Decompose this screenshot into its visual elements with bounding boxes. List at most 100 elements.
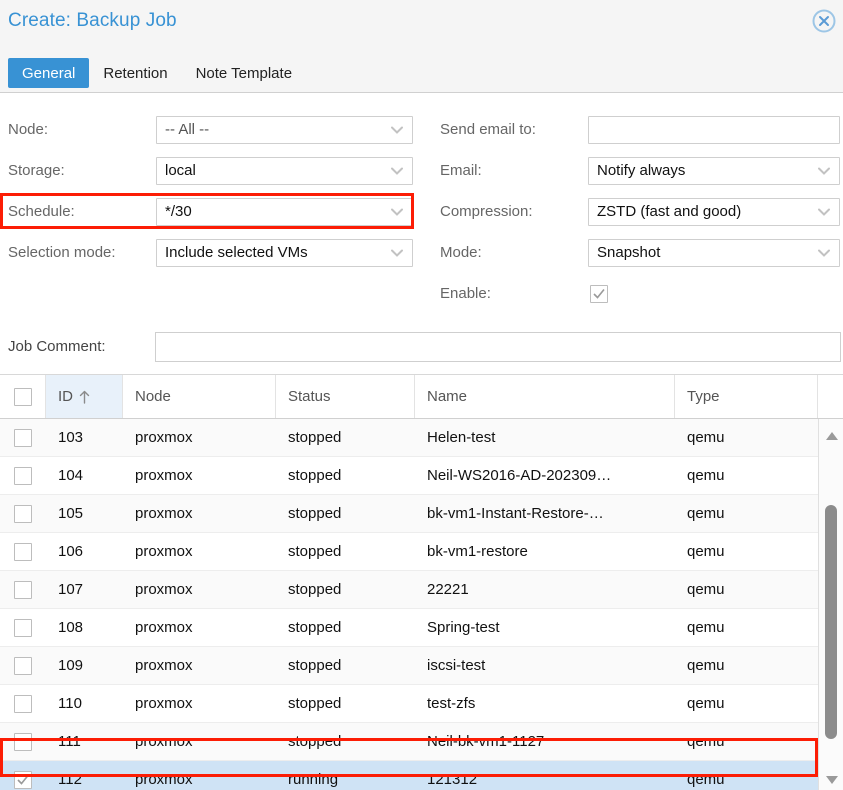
tab-retention-label: Retention [103,64,168,82]
column-header-status[interactable]: Status [276,375,415,418]
table-row[interactable]: 104 proxmox stopped Neil-WS2016-AD-202309… q… [0,457,818,495]
cell-id: 108 [58,619,84,636]
cell-type: qemu [687,467,725,484]
cell-node: proxmox [135,505,193,522]
row-checkbox[interactable] [14,618,32,637]
general-form: Node: -- All -- Storage: local Schedule:… [0,93,843,368]
cell-type: qemu [687,619,725,636]
selection-mode-select-value: Include selected VMs [165,244,308,261]
cell-node: proxmox [135,429,193,446]
table-row[interactable]: 108 proxmox stopped Spring-test qemu [0,609,818,647]
table-row[interactable]: 106 proxmox stopped bk-vm1-restore qemu [0,533,818,571]
table-row[interactable]: 109 proxmox stopped iscsi-test qemu [0,647,818,685]
selection-mode-select[interactable]: Include selected VMs [156,239,413,267]
column-header-type[interactable]: Type [675,375,818,418]
scrollbar-thumb[interactable] [825,505,837,739]
row-checkbox-cell[interactable] [0,647,46,684]
field-compression-label: Compression: [440,203,533,220]
tab-note-template[interactable]: Note Template [182,58,306,88]
table-row[interactable]: 110 proxmox stopped test-zfs qemu [0,685,818,723]
storage-select[interactable]: local [156,157,413,185]
row-checkbox[interactable] [14,694,32,713]
chevron-down-icon [388,117,406,143]
storage-select-value: local [165,162,196,179]
column-header-select-all[interactable] [0,375,46,418]
field-enable: Enable: [440,280,840,308]
cell-name: Neil-bk-vm1-1127 [427,733,545,750]
row-checkbox[interactable] [14,504,32,523]
node-select[interactable]: -- All -- [156,116,413,144]
cell-name: iscsi-test [427,657,486,674]
row-checkbox-cell[interactable] [0,723,46,760]
triangle-up-icon[interactable] [819,427,843,445]
field-storage: Storage: local [8,157,413,185]
field-schedule-label: Schedule: [8,203,75,220]
row-checkbox-cell[interactable] [0,609,46,646]
chevron-down-icon [815,158,833,184]
column-header-name[interactable]: Name [415,375,675,418]
close-icon[interactable] [811,8,837,34]
cell-status: stopped [288,695,342,712]
page-title: Create: Backup Job [8,10,177,31]
row-checkbox[interactable] [14,732,32,751]
field-email: Email: Notify always [440,157,840,185]
cell-name: Neil-WS2016-AD-202309… [427,467,612,484]
column-header-node[interactable]: Node [123,375,276,418]
field-compression: Compression: ZSTD (fast and good) [440,198,840,226]
vm-selection-grid: ID Node Status Name Type 103 proxmox stopp… [0,374,843,790]
chevron-down-icon [388,199,406,225]
cell-id: 112 [58,771,82,788]
cell-id: 106 [58,543,84,560]
enable-checkbox[interactable] [590,285,608,303]
cell-node: proxmox [135,467,193,484]
row-checkbox-cell[interactable] [0,419,46,456]
table-row[interactable]: 112 proxmox running 121312 qemu [0,761,818,790]
cell-status: stopped [288,619,342,636]
send-email-to-input[interactable] [588,116,840,144]
row-checkbox[interactable] [14,656,32,675]
tab-general[interactable]: General [8,58,90,88]
cell-name: bk-vm1-restore [427,543,528,560]
cell-node: proxmox [135,543,193,560]
table-row[interactable]: 103 proxmox stopped Helen-test qemu [0,419,818,457]
cell-type: qemu [687,581,725,598]
compression-select[interactable]: ZSTD (fast and good) [588,198,840,226]
cell-node: proxmox [135,657,193,674]
table-row[interactable]: 105 proxmox stopped bk-vm1-Instant-Restore-… [0,495,818,533]
table-row[interactable]: 107 proxmox stopped 22221 qemu [0,571,818,609]
grid-vertical-scrollbar[interactable] [818,419,843,790]
row-checkbox-cell[interactable] [0,571,46,608]
row-checkbox-cell[interactable] [0,761,46,790]
cell-status: stopped [288,657,342,674]
table-row[interactable]: 111 proxmox stopped Neil-bk-vm1-1127 qemu [0,723,818,761]
field-send-email-to-label: Send email to: [440,121,536,138]
email-select[interactable]: Notify always [588,157,840,185]
row-checkbox-cell[interactable] [0,685,46,722]
job-comment-input[interactable] [155,332,841,362]
tab-bar: General Retention Note Template [8,58,306,88]
column-header-id[interactable]: ID [46,375,123,418]
row-checkbox[interactable] [14,770,32,789]
cell-name: test-zfs [427,695,476,712]
row-checkbox[interactable] [14,428,32,447]
row-checkbox-cell[interactable] [0,457,46,494]
cell-name: Helen-test [427,429,496,446]
chevron-down-icon [815,199,833,225]
mode-select[interactable]: Snapshot [588,239,840,267]
tab-retention[interactable]: Retention [89,58,181,88]
triangle-down-icon[interactable] [819,771,843,789]
schedule-select[interactable]: */30 [156,198,413,226]
row-checkbox[interactable] [14,580,32,599]
row-checkbox-cell[interactable] [0,495,46,532]
cell-type: qemu [687,771,725,788]
row-checkbox[interactable] [14,542,32,561]
cell-type: qemu [687,543,725,560]
row-checkbox[interactable] [14,466,32,485]
column-header-name-label: Name [427,388,468,405]
chevron-down-icon [388,158,406,184]
select-all-checkbox[interactable] [13,387,32,406]
arrow-up-icon [79,390,90,404]
grid-body[interactable]: 103 proxmox stopped Helen-test qemu 104 proxmo… [0,419,818,790]
cell-id: 104 [58,467,84,484]
row-checkbox-cell[interactable] [0,533,46,570]
